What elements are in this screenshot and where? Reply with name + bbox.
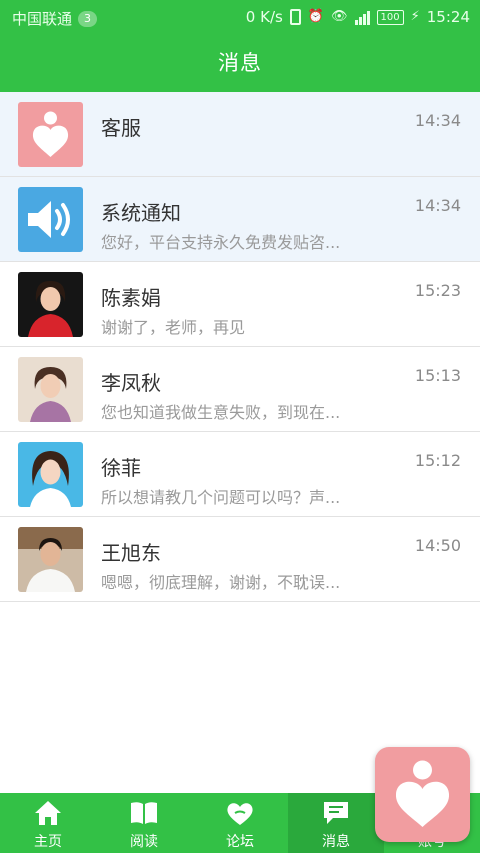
speaker-icon bbox=[18, 187, 83, 252]
message-time: 15:23 bbox=[414, 281, 461, 300]
vibrate-icon bbox=[289, 9, 301, 25]
avatar bbox=[18, 357, 83, 422]
message-time: 15:12 bbox=[414, 451, 461, 470]
carrier-badge: 3 bbox=[78, 10, 98, 27]
book-icon bbox=[131, 802, 157, 824]
signal-icon bbox=[354, 9, 370, 25]
contact-name: 系统通知 bbox=[101, 201, 181, 225]
alarm-icon: ⏰ bbox=[307, 9, 325, 24]
page-title: 消息 bbox=[218, 51, 262, 75]
tab-home[interactable]: 主页 bbox=[0, 793, 96, 853]
conversation-row[interactable]: 陈素娟 谢谢了，老师，再见 15:23 bbox=[0, 262, 480, 347]
avatar bbox=[18, 442, 83, 507]
tab-label: 阅读 bbox=[130, 834, 158, 850]
heart-logo-icon bbox=[395, 760, 450, 827]
avatar bbox=[18, 272, 83, 337]
conversation-list: 客服 14:34 系统通知 您好，平台支持永久免费发贴咨... 14:34 陈素… bbox=[0, 92, 480, 602]
message-preview: 您好，平台支持永久免费发贴咨... bbox=[101, 233, 341, 252]
net-speed: 0 K/s bbox=[245, 8, 283, 26]
conversation-row[interactable]: 徐菲 所以想请教几个问题可以吗？声... 15:12 bbox=[0, 432, 480, 517]
tab-label: 论坛 bbox=[226, 834, 254, 850]
conversation-row-customer-service[interactable]: 客服 14:34 bbox=[0, 92, 480, 177]
status-bar: 中国联通 3 0 K/s ⏰ 👁 100 ⚡ 15:24 bbox=[0, 0, 480, 34]
tab-read[interactable]: 阅读 bbox=[96, 793, 192, 853]
contact-name: 王旭东 bbox=[101, 541, 161, 565]
eye-icon: 👁 bbox=[331, 9, 348, 24]
message-time: 15:13 bbox=[414, 366, 461, 385]
tab-forum[interactable]: 论坛 bbox=[192, 793, 288, 853]
home-icon bbox=[35, 801, 61, 825]
carrier-name: 中国联通 bbox=[12, 10, 73, 28]
tab-label: 主页 bbox=[34, 834, 62, 850]
message-preview: 谢谢了，老师，再见 bbox=[101, 318, 246, 337]
clock: 15:24 bbox=[426, 8, 470, 26]
conversation-row-system-notice[interactable]: 系统通知 您好，平台支持永久免费发贴咨... 14:34 bbox=[0, 177, 480, 262]
contact-name: 李凤秋 bbox=[101, 371, 161, 395]
battery-icon: 100 bbox=[376, 9, 404, 25]
floating-service-button[interactable] bbox=[375, 747, 470, 842]
avatar bbox=[18, 527, 83, 592]
tab-messages[interactable]: 消息 bbox=[288, 793, 384, 853]
heart-logo-avatar bbox=[18, 102, 83, 167]
app-header: 消息 bbox=[0, 34, 480, 92]
message-preview: 嗯嗯，彻底理解，谢谢，不耽误... bbox=[101, 573, 341, 592]
conversation-row[interactable]: 李凤秋 您也知道我做生意失败，到现在... 15:13 bbox=[0, 347, 480, 432]
contact-name: 陈素娟 bbox=[101, 286, 161, 310]
forum-heart-icon bbox=[227, 803, 253, 825]
tab-label: 消息 bbox=[322, 834, 350, 850]
conversation-row[interactable]: 王旭东 嗯嗯，彻底理解，谢谢，不耽误... 14:50 bbox=[0, 517, 480, 602]
message-time: 14:34 bbox=[414, 196, 461, 215]
charging-icon: ⚡ bbox=[410, 9, 420, 24]
message-time: 14:50 bbox=[414, 536, 461, 555]
message-icon bbox=[324, 802, 348, 824]
contact-name: 徐菲 bbox=[101, 456, 141, 480]
contact-name: 客服 bbox=[101, 116, 141, 140]
message-preview: 您也知道我做生意失败，到现在... bbox=[101, 403, 341, 422]
message-preview: 所以想请教几个问题可以吗？声... bbox=[101, 488, 341, 507]
message-time: 14:34 bbox=[414, 111, 461, 130]
